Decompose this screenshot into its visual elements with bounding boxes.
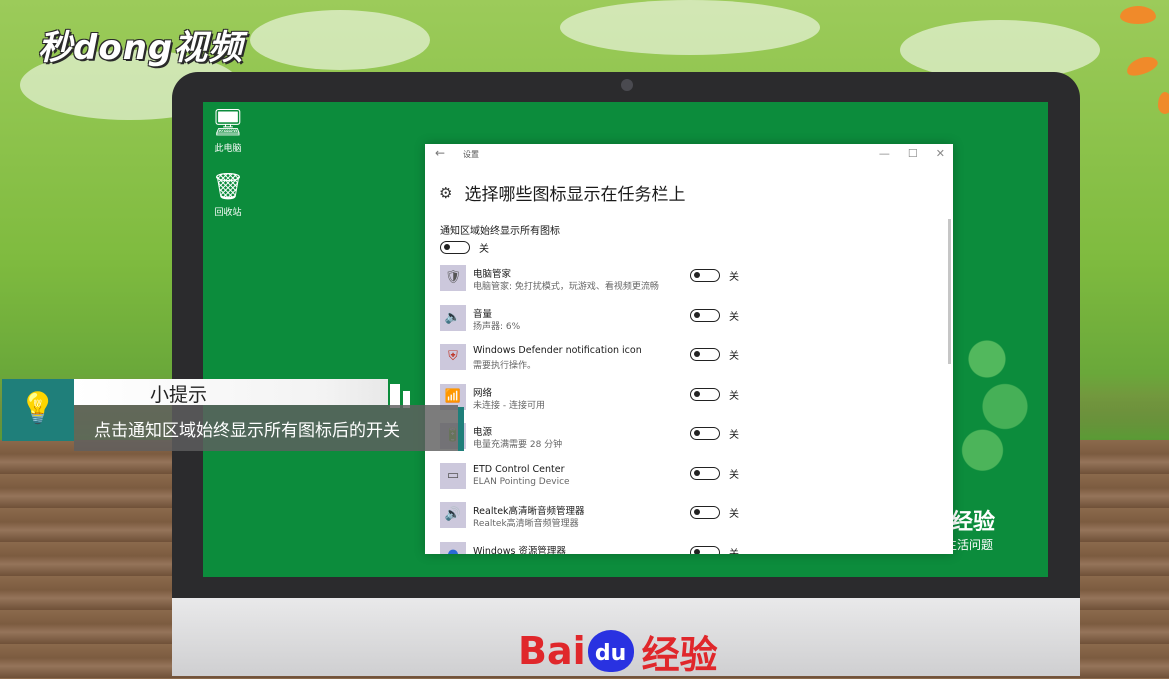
touchpad-icon: ▭ xyxy=(440,462,466,489)
master-setting-label: 通知区域始终显示所有图标 xyxy=(440,226,560,237)
list-item: ▭ ETD Control Center ELAN Pointing Devic… xyxy=(440,462,940,503)
item-name: Windows Defender notification icon xyxy=(473,345,642,356)
desktop-icon-label: 回收站 xyxy=(214,208,242,218)
tip-accent xyxy=(458,407,464,451)
desktop-screen: 经验 生活问题 🖥 此电脑 🗑 回收站 ← 设置 — ☐ ✕ ⚙ 选择哪些图标显… xyxy=(203,102,1048,577)
list-item: 🛡 电脑管家 电脑管家: 免打扰模式，玩游戏、看视频更流畅 关 xyxy=(440,265,940,305)
baidu-logo-text: Bai xyxy=(518,629,586,673)
item-name: Windows 资源管理器 xyxy=(473,545,566,555)
speaker-icon: 🔈 xyxy=(440,304,466,331)
list-item: 🔊 Realtek高清晰音频管理器 Realtek高清晰音频管理器 关 xyxy=(440,502,940,542)
lightbulb-icon: 💡 xyxy=(2,379,74,441)
close-icon[interactable]: ✕ xyxy=(936,147,945,160)
tip-title: 小提示 xyxy=(150,384,208,406)
tip-text: 点击通知区域始终显示所有图标后的开关 xyxy=(94,421,400,441)
scrollbar[interactable] xyxy=(948,219,951,364)
item-description: 电量充满需要 28 分钟 xyxy=(473,440,563,450)
toggle-state: 关 xyxy=(729,430,739,441)
item-description: 电脑管家: 免打扰模式，玩游戏、看视频更流畅 xyxy=(473,282,659,292)
item-name: Realtek高清晰音频管理器 xyxy=(473,506,585,517)
item-name: 网络 xyxy=(473,387,493,399)
brand-logo: 秒dong视频 xyxy=(38,28,244,68)
monitor-chin: Bai du 经验 xyxy=(172,598,1080,677)
icon-list: 🛡 电脑管家 电脑管家: 免打扰模式，玩游戏、看视频更流畅 关 🔈 音量 扬声器… xyxy=(440,265,940,554)
list-item: ● Windows 资源管理器 关 xyxy=(440,541,940,555)
item-description: 未连接 - 连接可用 xyxy=(473,400,545,411)
back-arrow-icon[interactable]: ← xyxy=(435,146,445,160)
page-heading: ⚙ 选择哪些图标显示在任务栏上 xyxy=(439,180,686,206)
leaf-decoration xyxy=(1158,92,1169,114)
leaf-decoration xyxy=(1120,6,1156,24)
cloud xyxy=(250,10,430,70)
shield-check-icon: 🛡 xyxy=(440,265,466,291)
item-description: 扬声器: 6% xyxy=(473,321,521,332)
title-bar: ← 设置 — ☐ ✕ xyxy=(425,144,953,166)
leaf-decoration xyxy=(1124,53,1160,79)
recycle-bin-icon: 🗑 xyxy=(211,172,245,202)
paw-icon: du xyxy=(587,630,634,672)
file-explorer-icon: ● xyxy=(440,541,466,554)
item-toggle-switch[interactable] xyxy=(690,427,720,440)
item-name: 音量 xyxy=(473,308,493,320)
jingyan-logo-text: 经验 xyxy=(641,632,718,677)
item-toggle-switch[interactable] xyxy=(690,545,720,554)
toggle-state: 关 xyxy=(729,311,739,323)
item-toggle-switch[interactable] xyxy=(690,506,720,519)
computer-icon: 🖥 xyxy=(211,108,245,138)
item-name: 电源 xyxy=(473,427,493,438)
item-toggle-switch[interactable] xyxy=(690,269,720,282)
defender-shield-icon: ⛨ xyxy=(440,344,466,370)
monitor: 经验 生活问题 🖥 此电脑 🗑 回收站 ← 设置 — ☐ ✕ ⚙ 选择哪些图标显… xyxy=(172,72,1080,677)
master-setting-row: 关 xyxy=(440,240,489,255)
desktop-icon-label: 此电脑 xyxy=(214,144,242,154)
desktop-icon-this-pc[interactable]: 🖥 此电脑 xyxy=(203,108,258,154)
toggle-state: 关 xyxy=(729,272,739,283)
window-controls: — ☐ ✕ xyxy=(879,147,945,160)
master-toggle-switch[interactable] xyxy=(440,241,470,254)
list-item: 🔈 音量 扬声器: 6% 关 xyxy=(440,304,940,345)
list-item: ⛨ Windows Defender notification icon 需要执… xyxy=(440,344,940,384)
item-description: 需要执行操作。 xyxy=(473,361,537,371)
list-item: 📶 网络 未连接 - 连接可用 关 xyxy=(440,383,940,424)
cloud xyxy=(560,0,820,55)
item-description: Realtek高清晰音频管理器 xyxy=(473,519,579,529)
page-title: 选择哪些图标显示在任务栏上 xyxy=(464,185,686,205)
toggle-state: 关 xyxy=(729,351,739,362)
cloud xyxy=(900,20,1100,80)
item-name: ETD Control Center xyxy=(473,463,565,475)
toggle-state: 关 xyxy=(729,509,739,520)
toggle-state: 关 xyxy=(479,244,489,255)
item-toggle-switch[interactable] xyxy=(690,387,720,401)
desktop-icon-recycle-bin[interactable]: 🗑 回收站 xyxy=(203,172,258,218)
toggle-state: 关 xyxy=(729,390,739,402)
item-name: 电脑管家 xyxy=(473,269,512,280)
tip-text-bar: 点击通知区域始终显示所有图标后的开关 xyxy=(74,405,458,451)
item-toggle-switch[interactable] xyxy=(690,348,720,361)
bg-watermark-title: 经验 xyxy=(951,510,996,535)
item-toggle-switch[interactable] xyxy=(690,308,720,322)
list-item: 🔋 电源 电量充满需要 28 分钟 关 xyxy=(440,423,940,463)
webcam xyxy=(621,79,633,91)
maximize-icon[interactable]: ☐ xyxy=(908,147,918,160)
settings-window: ← 设置 — ☐ ✕ ⚙ 选择哪些图标显示在任务栏上 通知区域始终显示所有图标 … xyxy=(425,144,953,554)
toggle-state: 关 xyxy=(729,469,739,481)
item-toggle-switch[interactable] xyxy=(690,466,720,480)
minimize-icon[interactable]: — xyxy=(879,147,890,160)
tip-title-bar: 小提示 xyxy=(74,379,388,406)
audio-manager-icon: 🔊 xyxy=(440,502,466,528)
window-title: 设置 xyxy=(463,150,479,159)
bg-tree-decoration xyxy=(951,302,1041,492)
item-description: ELAN Pointing Device xyxy=(473,476,570,487)
toggle-state: 关 xyxy=(729,548,739,555)
gear-icon: ⚙ xyxy=(439,183,453,202)
baidu-jingyan-logo: Bai du 经验 xyxy=(518,626,718,677)
